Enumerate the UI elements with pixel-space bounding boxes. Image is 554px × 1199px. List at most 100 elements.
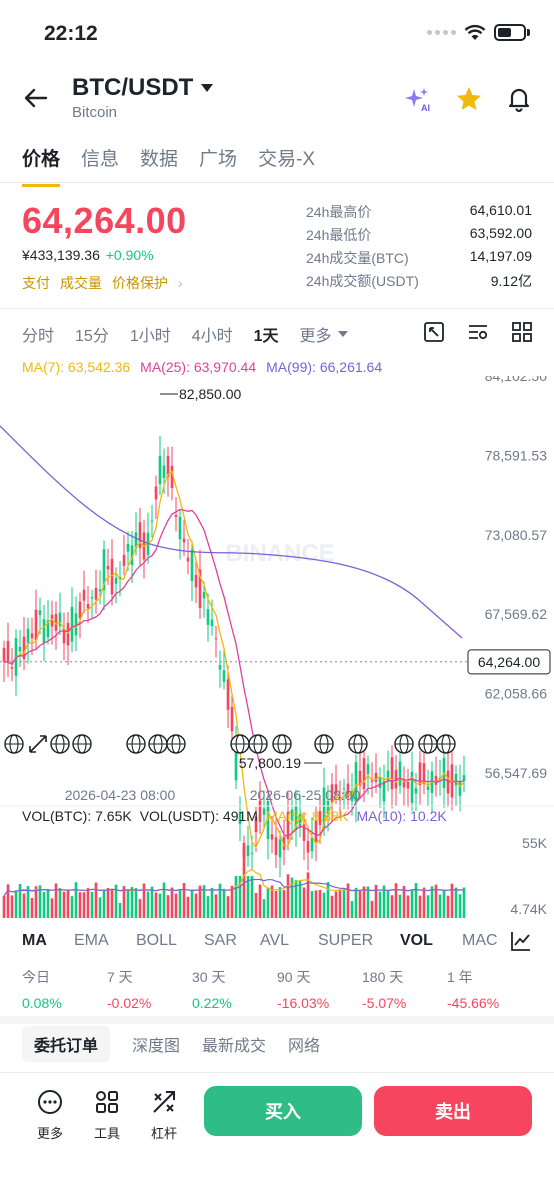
interval-more[interactable]: 更多 [300, 322, 348, 346]
volume-bar [390, 895, 394, 918]
back-arrow-icon[interactable] [22, 84, 50, 112]
feature-tags[interactable]: 支付 成交量 价格保护 › [22, 273, 183, 293]
candle-body [194, 574, 198, 588]
performance-cell: 1 年 -45.66% [447, 967, 532, 1011]
volume-bar [250, 876, 254, 918]
current-price-label: 64,264.00 [478, 654, 540, 670]
volume-bar [458, 894, 462, 918]
more-button[interactable]: 更多 [30, 1088, 70, 1142]
event-globe-icon[interactable] [272, 734, 292, 754]
candle-body [30, 633, 34, 639]
indicator-super[interactable]: SUPER [318, 932, 400, 950]
event-globe-icon[interactable] [50, 734, 70, 754]
candle-body [426, 786, 430, 790]
volume-bar [186, 896, 190, 918]
volume-bar [230, 885, 234, 918]
candle-body [206, 609, 210, 625]
volume-bar [214, 894, 218, 918]
expand-icon[interactable] [29, 735, 47, 753]
event-globe-icon[interactable] [166, 734, 186, 754]
volume-bar [142, 883, 146, 918]
candle-body [190, 549, 194, 581]
tab-network[interactable]: 网络 [288, 1032, 320, 1056]
candlestick-chart[interactable]: BINANCE84,102.5078,591.5373,080.5767,569… [0, 376, 554, 922]
indicator-avl[interactable]: AVL [260, 932, 318, 950]
leverage-icon [153, 1091, 175, 1113]
sell-button[interactable]: 卖出 [374, 1086, 532, 1136]
volume-bar [82, 892, 86, 918]
volume-bar [98, 897, 102, 918]
grid-layout-icon[interactable] [510, 320, 534, 344]
candle-body [406, 781, 410, 789]
event-globe-icon[interactable] [4, 734, 24, 754]
indicator-ema[interactable]: EMA [74, 932, 136, 950]
tag-price-protection[interactable]: 价格保护 [112, 273, 168, 293]
chart-settings-icon[interactable] [466, 320, 490, 344]
volume-bar [446, 895, 450, 918]
price-change: +0.90% [105, 247, 154, 263]
candle-body [90, 597, 94, 599]
buy-button[interactable]: 买入 [204, 1086, 362, 1136]
candle-body [182, 538, 186, 543]
event-globe-icon[interactable] [126, 734, 146, 754]
chevron-down-icon [201, 84, 214, 92]
tab-depth[interactable]: 深度图 [132, 1032, 180, 1056]
ai-sparkle-icon[interactable]: AI [402, 84, 432, 114]
expand-chart-icon[interactable] [422, 320, 446, 344]
volume-bar [426, 895, 430, 918]
event-globe-icon[interactable] [248, 734, 268, 754]
interval-4h[interactable]: 4小时 [192, 322, 233, 346]
tab-info[interactable]: 信息 [81, 144, 119, 171]
event-globe-icon[interactable] [314, 734, 334, 754]
indicator-mac[interactable]: MAC [462, 932, 506, 950]
pair-selector[interactable]: BTC/USDT [72, 74, 214, 102]
interval-15m[interactable]: 15分 [75, 322, 109, 346]
volume-bar [298, 880, 302, 918]
tab-trades[interactable]: 最新成交 [202, 1032, 266, 1056]
volume-bar [394, 883, 398, 918]
volume-bar [422, 887, 426, 918]
indicator-sar[interactable]: SAR [204, 932, 260, 950]
tag-volume[interactable]: 成交量 [60, 273, 102, 293]
candle-body [6, 640, 10, 663]
indicator-vol[interactable]: VOL [400, 932, 462, 950]
event-globe-icon[interactable] [148, 734, 168, 754]
tab-data[interactable]: 数据 [140, 144, 178, 171]
vol-usdt-legend: VOL(USDT): 491M [139, 808, 258, 824]
indicator-chart-icon[interactable] [510, 930, 532, 952]
candle-body [246, 845, 250, 857]
volume-bar [30, 898, 34, 918]
event-globe-icon[interactable] [72, 734, 92, 754]
bell-icon[interactable] [504, 84, 534, 114]
ma99-line [0, 425, 463, 639]
event-globe-icon[interactable] [230, 734, 250, 754]
volume-bar [378, 891, 382, 918]
event-globe-icon[interactable] [436, 734, 456, 754]
volume-bar [386, 890, 390, 918]
tab-orders[interactable]: 委托订单 [22, 1026, 111, 1062]
event-globe-icon[interactable] [348, 734, 368, 754]
tab-square[interactable]: 广场 [199, 144, 237, 171]
tools-button[interactable]: 工具 [87, 1088, 127, 1142]
section-gap [0, 1016, 554, 1024]
interval-1h[interactable]: 1小时 [130, 322, 171, 346]
tag-pay[interactable]: 支付 [22, 273, 50, 293]
vol-ma5-legend: MA(5): 8.88K [265, 808, 349, 824]
tab-trade-x[interactable]: 交易-X [258, 144, 315, 171]
stat-value: 9.12亿 [490, 273, 532, 289]
tab-price[interactable]: 价格 [22, 144, 61, 187]
volume-bar [134, 888, 138, 918]
star-icon[interactable] [454, 84, 484, 114]
interval-1d[interactable]: 1天 [254, 322, 279, 346]
indicator-ma[interactable]: MA [22, 932, 74, 950]
candle-body [126, 543, 130, 552]
interval-time[interactable]: 分时 [22, 322, 54, 346]
event-globe-icon[interactable] [394, 734, 414, 754]
indicator-boll[interactable]: BOLL [136, 932, 204, 950]
volume-bar [262, 899, 266, 918]
pair-title: BTC/USDT [72, 74, 194, 101]
leverage-button[interactable]: 杠杆 [144, 1088, 184, 1142]
candle-body [390, 757, 394, 790]
tools-icon [96, 1091, 118, 1113]
event-globe-icon[interactable] [418, 734, 438, 754]
